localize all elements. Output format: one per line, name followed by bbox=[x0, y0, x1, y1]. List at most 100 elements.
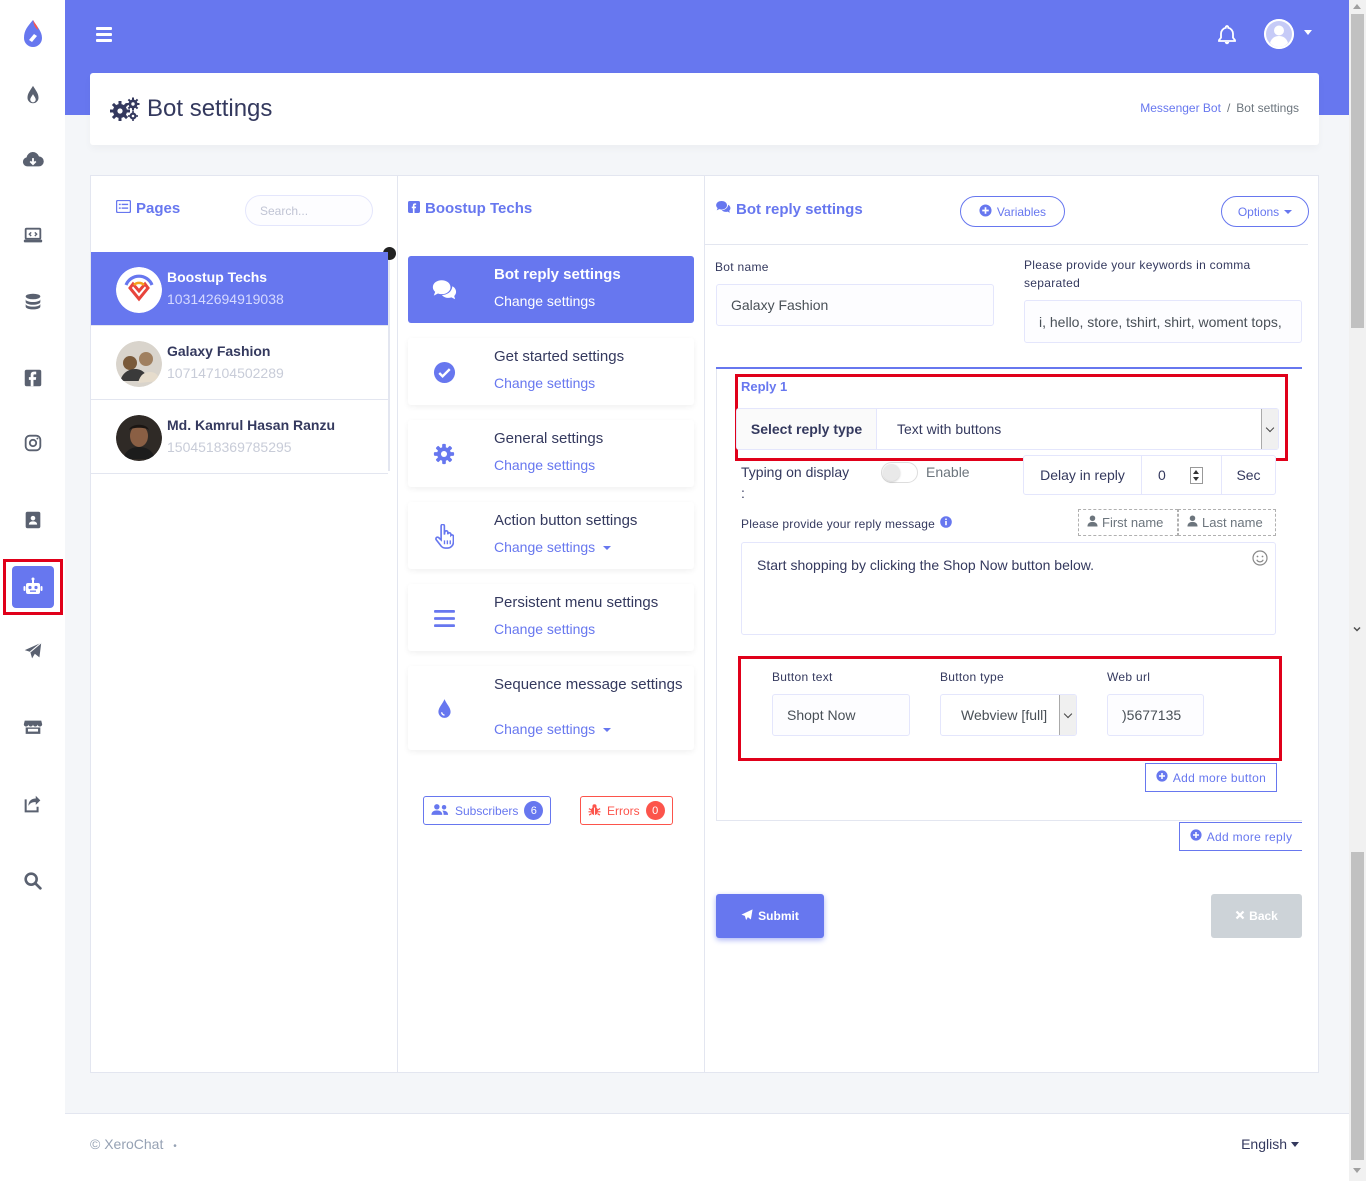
change-settings-link[interactable]: Change settings bbox=[494, 293, 595, 309]
language-dropdown[interactable]: English bbox=[1241, 1136, 1299, 1152]
page-item-galaxy-fashion[interactable]: Galaxy Fashion 107147104502289 bbox=[91, 326, 388, 400]
insert-first-name-button[interactable]: First name bbox=[1078, 509, 1178, 536]
address-book-icon[interactable] bbox=[18, 505, 48, 535]
page-name: Galaxy Fashion bbox=[167, 343, 271, 359]
variables-label: Variables bbox=[996, 204, 1047, 219]
info-circle-icon[interactable] bbox=[940, 516, 952, 531]
page-id: 1504518369785295 bbox=[167, 439, 292, 455]
pages-heading: Pages bbox=[115, 199, 181, 217]
timeline-line bbox=[388, 253, 390, 471]
app-logo-icon[interactable] bbox=[18, 18, 48, 52]
settings-menu-column: Boostup Techs Bot reply settings Change … bbox=[398, 176, 705, 1072]
instagram-icon[interactable] bbox=[18, 428, 48, 458]
fire-icon[interactable] bbox=[18, 80, 48, 110]
coins-icon[interactable] bbox=[18, 287, 48, 317]
cogs-icon bbox=[109, 97, 141, 121]
scroll-down-chevron-icon[interactable] bbox=[1352, 624, 1362, 637]
back-label: Back bbox=[1249, 909, 1278, 923]
button-text-label: Button text bbox=[772, 670, 833, 684]
galaxy-fashion-avatar-photo bbox=[116, 341, 162, 387]
facebook-square-icon bbox=[408, 200, 420, 217]
footer-bullet: • bbox=[173, 1141, 177, 1152]
emoji-smile-icon[interactable] bbox=[1252, 550, 1268, 566]
web-url-input[interactable]: )5677135 bbox=[1107, 694, 1204, 736]
cog-icon bbox=[431, 442, 457, 466]
list-alt-icon bbox=[115, 199, 132, 217]
change-settings-dropdown[interactable]: Change settings bbox=[494, 539, 612, 555]
change-settings-dropdown[interactable]: Change settings bbox=[494, 721, 612, 737]
store-icon[interactable] bbox=[18, 712, 48, 742]
menu-heading-text: Boostup Techs bbox=[425, 200, 533, 217]
laptop-code-icon[interactable] bbox=[18, 221, 48, 251]
page-item-kamrul-hasan-ranzu[interactable]: Md. Kamrul Hasan Ranzu 1504518369785295 bbox=[91, 400, 388, 474]
select-reply-type-group[interactable]: Select reply type Text with buttons bbox=[736, 408, 1279, 450]
menu-title: General settings bbox=[494, 430, 604, 447]
page-item-boostup-techs[interactable]: Boostup Techs 103142694919038 bbox=[91, 252, 388, 326]
menu-item-sequence-message-settings[interactable]: Sequence message settings Change setting… bbox=[408, 666, 694, 750]
reply-message-textarea[interactable]: Start shopping by clicking the Shop Now … bbox=[741, 542, 1276, 635]
bot-settings-card: Pages Search... Boostup Techs 1031426949… bbox=[90, 175, 1319, 1073]
scrollbar-thumb[interactable] bbox=[1351, 14, 1364, 328]
menu-item-action-button-settings[interactable]: Action button settings Change settings bbox=[408, 502, 694, 569]
button-type-select[interactable]: Webview [full] bbox=[940, 694, 1077, 736]
robot-icon[interactable] bbox=[12, 566, 54, 608]
subscribers-button[interactable]: Subscribers 6 bbox=[423, 796, 552, 825]
options-dropdown-button[interactable]: Options bbox=[1221, 196, 1309, 227]
bot-name-input[interactable]: Galaxy Fashion bbox=[716, 284, 994, 326]
page-id: 107147104502289 bbox=[167, 365, 284, 381]
users-icon bbox=[431, 803, 449, 819]
page-name: Md. Kamrul Hasan Ranzu bbox=[167, 417, 336, 433]
share-square-icon[interactable] bbox=[18, 789, 48, 819]
menu-item-persistent-menu-settings[interactable]: Persistent menu settings Change settings bbox=[408, 584, 694, 651]
menu-title: Sequence message settings bbox=[494, 676, 683, 693]
variables-button[interactable]: Variables bbox=[960, 196, 1065, 227]
add-more-reply-button[interactable]: Add more reply bbox=[1179, 822, 1302, 851]
page-name: Boostup Techs bbox=[167, 269, 268, 285]
paper-plane-icon[interactable] bbox=[18, 636, 48, 666]
bot-name-label: Bot name bbox=[715, 260, 769, 274]
back-button[interactable]: Back bbox=[1211, 894, 1302, 938]
subscribers-count-badge: 6 bbox=[524, 801, 544, 820]
change-settings-link[interactable]: Change settings bbox=[494, 621, 595, 637]
button-text-input[interactable]: Shopt Now bbox=[772, 694, 910, 736]
errors-button[interactable]: Errors 0 bbox=[580, 796, 673, 825]
page-search-input[interactable]: Search... bbox=[245, 195, 373, 226]
pages-column: Pages Search... Boostup Techs 1031426949… bbox=[91, 176, 398, 1072]
scroll-down-arrow-icon[interactable] bbox=[1353, 1168, 1361, 1173]
user-avatar-icon[interactable] bbox=[1264, 19, 1294, 49]
comments-icon bbox=[715, 200, 731, 218]
chevron-down-icon[interactable] bbox=[1059, 695, 1076, 735]
change-settings-link[interactable]: Change settings bbox=[494, 457, 595, 473]
cloud-download-icon[interactable] bbox=[18, 145, 48, 175]
change-settings-link[interactable]: Change settings bbox=[494, 375, 595, 391]
plus-circle-icon bbox=[1156, 770, 1168, 785]
menu-item-bot-reply-settings[interactable]: Bot reply settings Change settings bbox=[408, 256, 694, 323]
delay-in-reply-input[interactable]: 0 bbox=[1158, 467, 1166, 483]
breadcrumb-separator: / bbox=[1226, 101, 1231, 115]
enable-label: Enable bbox=[926, 464, 970, 480]
chevron-down-icon[interactable] bbox=[1261, 409, 1278, 449]
bell-icon[interactable] bbox=[1217, 24, 1237, 46]
scroll-up-arrow-icon[interactable] bbox=[1353, 4, 1361, 9]
menu-heading: Boostup Techs bbox=[408, 200, 532, 217]
keywords-input[interactable]: i, hello, store, tshirt, shirt, woment t… bbox=[1024, 300, 1302, 343]
select-reply-type-value: Text with buttons bbox=[897, 421, 1002, 437]
user-menu-caret-icon[interactable] bbox=[1304, 30, 1312, 35]
hand-pointer-icon bbox=[431, 523, 457, 549]
hamburger-menu-icon[interactable] bbox=[96, 27, 112, 43]
breadcrumb-item-current: Bot settings bbox=[1236, 101, 1299, 115]
page-scrollbar[interactable] bbox=[1349, 0, 1366, 1181]
pages-heading-text: Pages bbox=[136, 200, 181, 217]
search-icon[interactable] bbox=[18, 866, 48, 896]
breadcrumb-item-messenger-bot[interactable]: Messenger Bot bbox=[1140, 101, 1221, 115]
typing-on-display-toggle[interactable] bbox=[881, 462, 918, 483]
insert-last-name-button[interactable]: Last name bbox=[1178, 509, 1276, 536]
menu-item-get-started-settings[interactable]: Get started settings Change settings bbox=[408, 338, 694, 405]
menu-item-general-settings[interactable]: General settings Change settings bbox=[408, 420, 694, 487]
submit-button[interactable]: Submit bbox=[716, 894, 824, 938]
add-more-button-button[interactable]: Add more button bbox=[1145, 763, 1277, 792]
scrollbar-thumb-lower[interactable] bbox=[1351, 852, 1364, 1160]
add-more-reply-label: Add more reply bbox=[1206, 829, 1293, 844]
facebook-square-icon[interactable] bbox=[18, 363, 48, 393]
number-spinner-icon[interactable] bbox=[1190, 467, 1203, 484]
